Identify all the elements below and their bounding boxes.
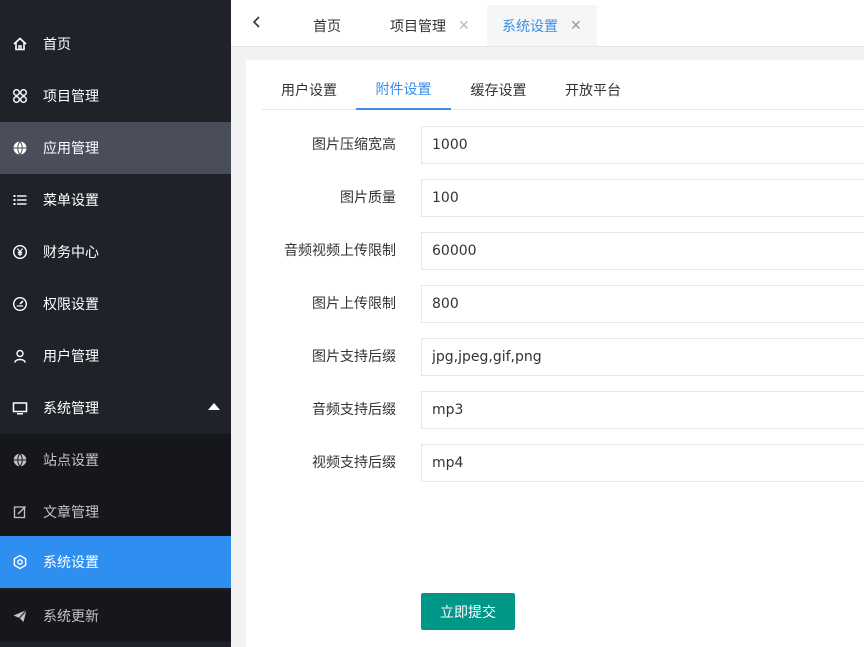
subtab-user-settings[interactable]: 用户设置 [262, 70, 356, 110]
sidebar-item-label: 财务中心 [43, 245, 99, 261]
globe-icon [12, 140, 28, 156]
grid-icon [12, 88, 28, 104]
tab-home[interactable]: 首页 [313, 5, 341, 46]
list-icon [12, 192, 28, 208]
sidebar-item-system-management[interactable]: 系统管理 [0, 382, 231, 434]
tab-system-settings[interactable]: 系统设置 ✕ [487, 5, 597, 46]
chevron-left-icon [250, 15, 264, 33]
form-row: 图片上传限制 [246, 285, 864, 323]
gauge-icon [12, 296, 28, 312]
field-label: 音频视频上传限制 [284, 243, 396, 259]
form-row: 图片质量 [246, 179, 864, 217]
form-row: 音频支持后缀 [246, 391, 864, 429]
field-label: 图片上传限制 [312, 296, 396, 312]
field-label: 音频支持后缀 [312, 402, 396, 418]
sidebar-item-users[interactable]: 用户管理 [0, 330, 231, 382]
caret-up-icon [208, 403, 220, 410]
image-quality-input[interactable] [421, 179, 864, 217]
sidebar-subitem-articles[interactable]: 文章管理 [0, 486, 231, 538]
sidebar-subitem-system-settings[interactable]: 系统设置 [0, 536, 231, 588]
field-label: 图片支持后缀 [312, 349, 396, 365]
sidebar-item-apps[interactable]: 应用管理 [0, 122, 231, 174]
form-row: 视频支持后缀 [246, 444, 864, 482]
media-upload-limit-input[interactable] [421, 232, 864, 270]
sidebar-item-projects[interactable]: 项目管理 [0, 70, 231, 122]
sidebar-subitem-site-settings[interactable]: 站点设置 [0, 434, 231, 486]
globe-icon [12, 452, 28, 468]
image-compress-size-input[interactable] [421, 126, 864, 164]
sidebar-item-permissions[interactable]: 权限设置 [0, 278, 231, 330]
home-icon [12, 36, 28, 52]
sidebar-item-label: 系统管理 [43, 401, 99, 417]
close-icon[interactable]: ✕ [570, 18, 582, 34]
field-label: 图片压缩宽高 [312, 137, 396, 153]
sidebar: 首页 项目管理 应用管理 菜单设置 财务中心 权限设置 用户管理 系统管理 站点… [0, 0, 231, 647]
field-label: 视频支持后缀 [312, 455, 396, 471]
subtab-open-platform[interactable]: 开放平台 [546, 70, 640, 110]
tab-label: 系统设置 [502, 18, 558, 35]
edit-icon [12, 504, 28, 520]
sidebar-item-label: 文章管理 [43, 505, 99, 521]
sidebar-subitem-system-update[interactable]: 系统更新 [0, 590, 231, 642]
user-icon [12, 348, 28, 364]
sidebar-item-label: 项目管理 [43, 89, 99, 105]
sidebar-item-finance[interactable]: 财务中心 [0, 226, 231, 278]
form-row: 图片压缩宽高 [246, 126, 864, 164]
sidebar-item-label: 首页 [43, 37, 71, 53]
tab-label: 项目管理 [390, 18, 446, 35]
audio-extensions-input[interactable] [421, 391, 864, 429]
image-extensions-input[interactable] [421, 338, 864, 376]
tab-bar: 首页 项目管理 ✕ 系统设置 ✕ [231, 0, 864, 47]
sidebar-item-home[interactable]: 首页 [0, 18, 231, 70]
send-icon [12, 608, 28, 624]
sidebar-item-label: 权限设置 [43, 297, 99, 313]
sidebar-item-label: 系统设置 [43, 555, 99, 571]
sidebar-item-label: 站点设置 [43, 453, 99, 469]
subtab-cache-settings[interactable]: 缓存设置 [451, 70, 546, 110]
form-row: 图片支持后缀 [246, 338, 864, 376]
image-upload-limit-input[interactable] [421, 285, 864, 323]
tab-projects[interactable]: 项目管理 ✕ [390, 5, 470, 46]
yen-icon [12, 244, 28, 260]
settings-card: 用户设置 附件设置 缓存设置 开放平台 图片压缩宽高 图片质量 音频视频上传限制… [246, 60, 864, 647]
sidebar-item-label: 用户管理 [43, 349, 99, 365]
close-icon[interactable]: ✕ [458, 18, 470, 34]
tab-back-button[interactable] [231, 0, 283, 47]
sidebar-item-label: 菜单设置 [43, 193, 99, 209]
settings-subtabs: 用户设置 附件设置 缓存设置 开放平台 [262, 70, 864, 110]
settings-icon [12, 554, 28, 570]
sidebar-item-menu-settings[interactable]: 菜单设置 [0, 174, 231, 226]
submit-button[interactable]: 立即提交 [421, 593, 515, 630]
tab-label: 首页 [313, 18, 341, 35]
form-row: 音频视频上传限制 [246, 232, 864, 270]
sidebar-item-label: 系统更新 [43, 609, 99, 625]
field-label: 图片质量 [340, 190, 396, 206]
sidebar-item-label: 应用管理 [43, 141, 99, 157]
video-extensions-input[interactable] [421, 444, 864, 482]
subtab-attachment-settings[interactable]: 附件设置 [356, 70, 451, 110]
monitor-icon [12, 400, 28, 416]
